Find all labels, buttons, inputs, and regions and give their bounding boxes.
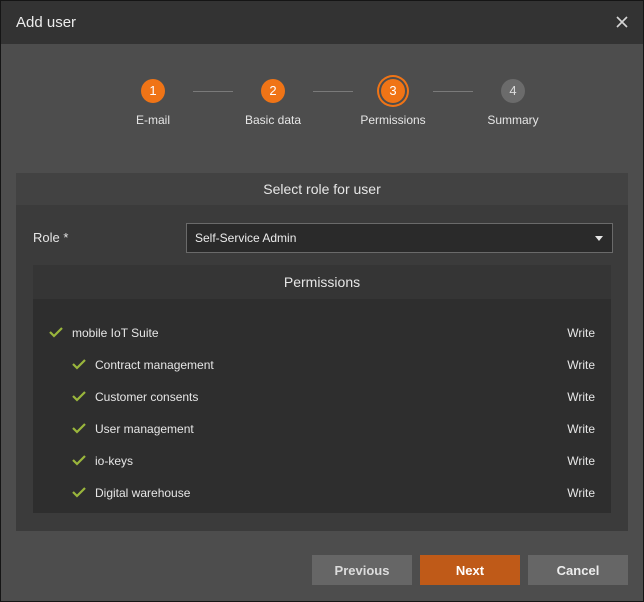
step-number: 3 <box>381 79 405 103</box>
permission-name: Digital warehouse <box>95 486 191 500</box>
role-select[interactable]: Self-Service Admin <box>186 223 613 253</box>
permission-name: Customer consents <box>95 390 199 404</box>
check-icon <box>72 390 86 402</box>
check-icon <box>72 422 86 434</box>
permission-access: Write <box>567 486 595 500</box>
permission-row: Digital warehouse Write <box>33 483 611 503</box>
step-label: E-mail <box>135 113 170 127</box>
step-basic-data: 2 Basic data <box>213 79 333 127</box>
step-label: Summary <box>487 113 539 127</box>
add-user-dialog: Add user 1 E-mail 2 Basic data 3 Permiss… <box>0 0 644 602</box>
step-email: 1 E-mail <box>93 79 213 127</box>
dialog-titlebar: Add user <box>1 1 643 44</box>
role-select-value: Self-Service Admin <box>195 231 297 245</box>
permission-row: Customer consents Write <box>33 387 611 407</box>
permission-row: mobile IoT Suite Write <box>33 323 611 343</box>
permission-name: User management <box>95 422 194 436</box>
dialog-title: Add user <box>16 14 77 31</box>
step-permissions: 3 Permissions <box>333 79 453 127</box>
permission-access: Write <box>567 326 595 340</box>
permission-access: Write <box>567 390 595 404</box>
chevron-down-icon[interactable] <box>594 233 604 243</box>
check-icon <box>72 454 86 466</box>
cancel-button[interactable]: Cancel <box>528 555 628 585</box>
permissions-title: Permissions <box>33 265 611 299</box>
previous-button[interactable]: Previous <box>312 555 412 585</box>
next-button[interactable]: Next <box>420 555 520 585</box>
check-icon <box>49 326 63 338</box>
close-icon[interactable] <box>611 11 633 33</box>
check-icon <box>72 486 86 498</box>
permissions-box: Permissions mobile IoT Suite Write Contr… <box>33 265 611 513</box>
step-number: 4 <box>501 79 525 103</box>
role-panel: Select role for user Role * Self-Service… <box>16 173 628 531</box>
permission-access: Write <box>567 358 595 372</box>
permission-name: mobile IoT Suite <box>72 326 159 340</box>
permission-row: User management Write <box>33 419 611 439</box>
permission-access: Write <box>567 454 595 468</box>
step-label: Basic data <box>244 113 302 127</box>
permission-access: Write <box>567 422 595 436</box>
permission-name: Contract management <box>95 358 214 372</box>
wizard-steps: 1 E-mail 2 Basic data 3 Permissions 4 Su… <box>1 79 643 139</box>
step-summary: 4 Summary <box>453 79 573 127</box>
permission-row: Contract management Write <box>33 355 611 375</box>
step-number: 1 <box>141 79 165 103</box>
permission-name: io-keys <box>95 454 134 468</box>
role-label: Role * <box>33 230 69 245</box>
role-panel-title: Select role for user <box>16 173 628 205</box>
step-label: Permissions <box>360 113 426 127</box>
permission-row: io-keys Write <box>33 451 611 471</box>
check-icon <box>72 358 86 370</box>
step-number: 2 <box>261 79 285 103</box>
